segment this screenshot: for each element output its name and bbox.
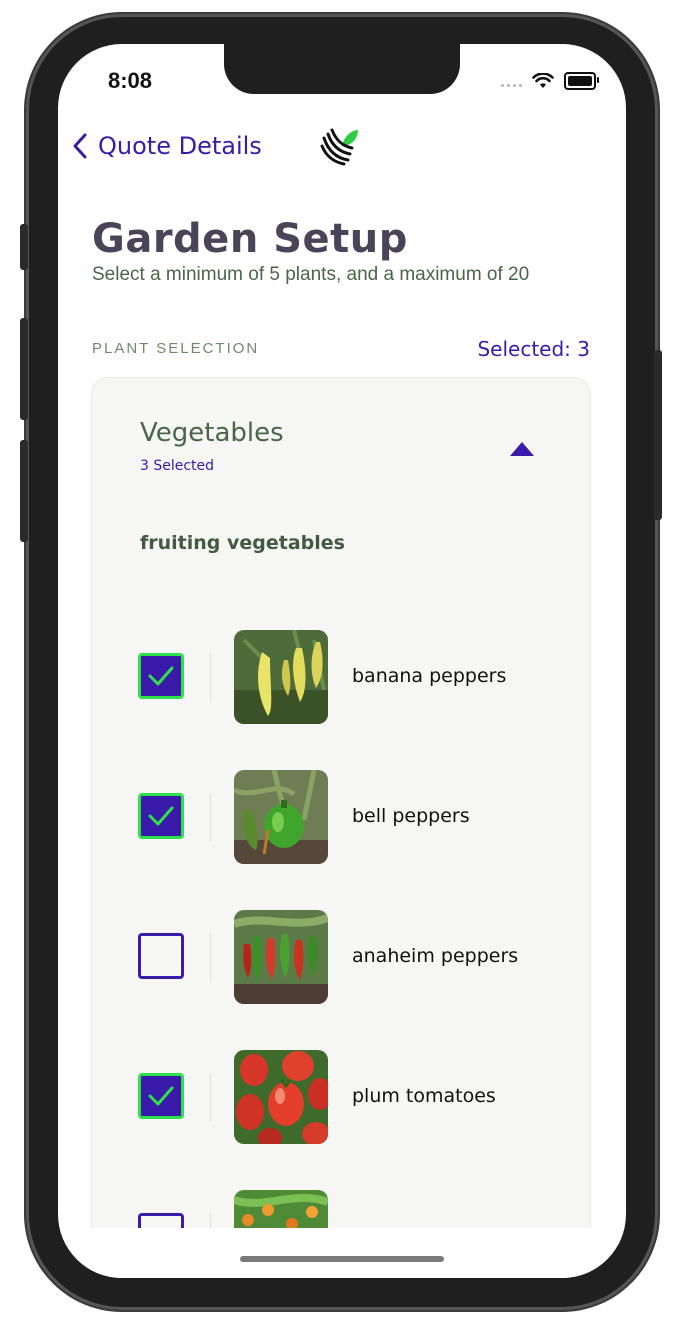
plant-name: bell peppers <box>352 805 470 827</box>
row-divider <box>210 653 211 701</box>
volume-up-button <box>20 318 28 420</box>
checkmark-icon <box>148 1086 174 1106</box>
back-button[interactable]: Quote Details <box>72 132 262 160</box>
screen: 8:08 Quote Details Garden Setup Select a… <box>58 44 626 1278</box>
wifi-icon <box>532 73 554 88</box>
bottom-safe-area <box>58 1228 626 1278</box>
mute-switch <box>20 224 28 270</box>
plum-tomatoes-image <box>234 1050 328 1144</box>
section-label: PLANT SELECTION <box>92 340 260 357</box>
back-label: Quote Details <box>98 132 262 160</box>
plant-name: anaheim peppers <box>352 945 519 967</box>
plant-name: banana peppers <box>352 665 507 687</box>
signal-icon <box>501 75 522 87</box>
power-button <box>654 350 662 520</box>
category-title: Vegetables <box>140 418 284 448</box>
selected-count: Selected: 3 <box>477 337 590 361</box>
category-card: Vegetables 3 Selected fruiting vegetable… <box>92 378 590 1278</box>
banana-peppers-image <box>234 630 328 724</box>
plant-row[interactable]: banana peppers <box>92 630 590 724</box>
notch <box>224 44 460 94</box>
anaheim-peppers-image <box>234 910 328 1004</box>
plant-row[interactable]: plum tomatoes <box>92 1050 590 1144</box>
collapse-arrow-icon[interactable] <box>510 442 534 456</box>
leaf-logo-icon <box>320 128 358 166</box>
status-icons <box>501 72 599 90</box>
row-divider <box>210 1073 211 1121</box>
plant-checkbox[interactable] <box>138 933 184 979</box>
group-title: fruiting vegetables <box>140 532 345 554</box>
plant-name: plum tomatoes <box>352 1085 496 1107</box>
page-title: Garden Setup <box>92 216 408 262</box>
bell-peppers-image <box>234 770 328 864</box>
home-indicator[interactable] <box>240 1256 444 1262</box>
plant-row[interactable]: anaheim peppers <box>92 910 590 1004</box>
chevron-left-icon <box>73 133 87 159</box>
checkmark-icon <box>148 806 174 826</box>
plant-checkbox[interactable] <box>138 1073 184 1119</box>
plant-row[interactable]: bell peppers <box>92 770 590 864</box>
status-time: 8:08 <box>108 68 153 93</box>
category-selected-count: 3 Selected <box>140 458 215 474</box>
battery-icon <box>564 72 599 90</box>
volume-down-button <box>20 440 28 542</box>
page-subtitle: Select a minimum of 5 plants, and a maxi… <box>92 264 530 285</box>
plant-checkbox[interactable] <box>138 653 184 699</box>
row-divider <box>210 933 211 981</box>
row-divider <box>210 793 211 841</box>
checkmark-icon <box>148 666 174 686</box>
plant-checkbox[interactable] <box>138 793 184 839</box>
